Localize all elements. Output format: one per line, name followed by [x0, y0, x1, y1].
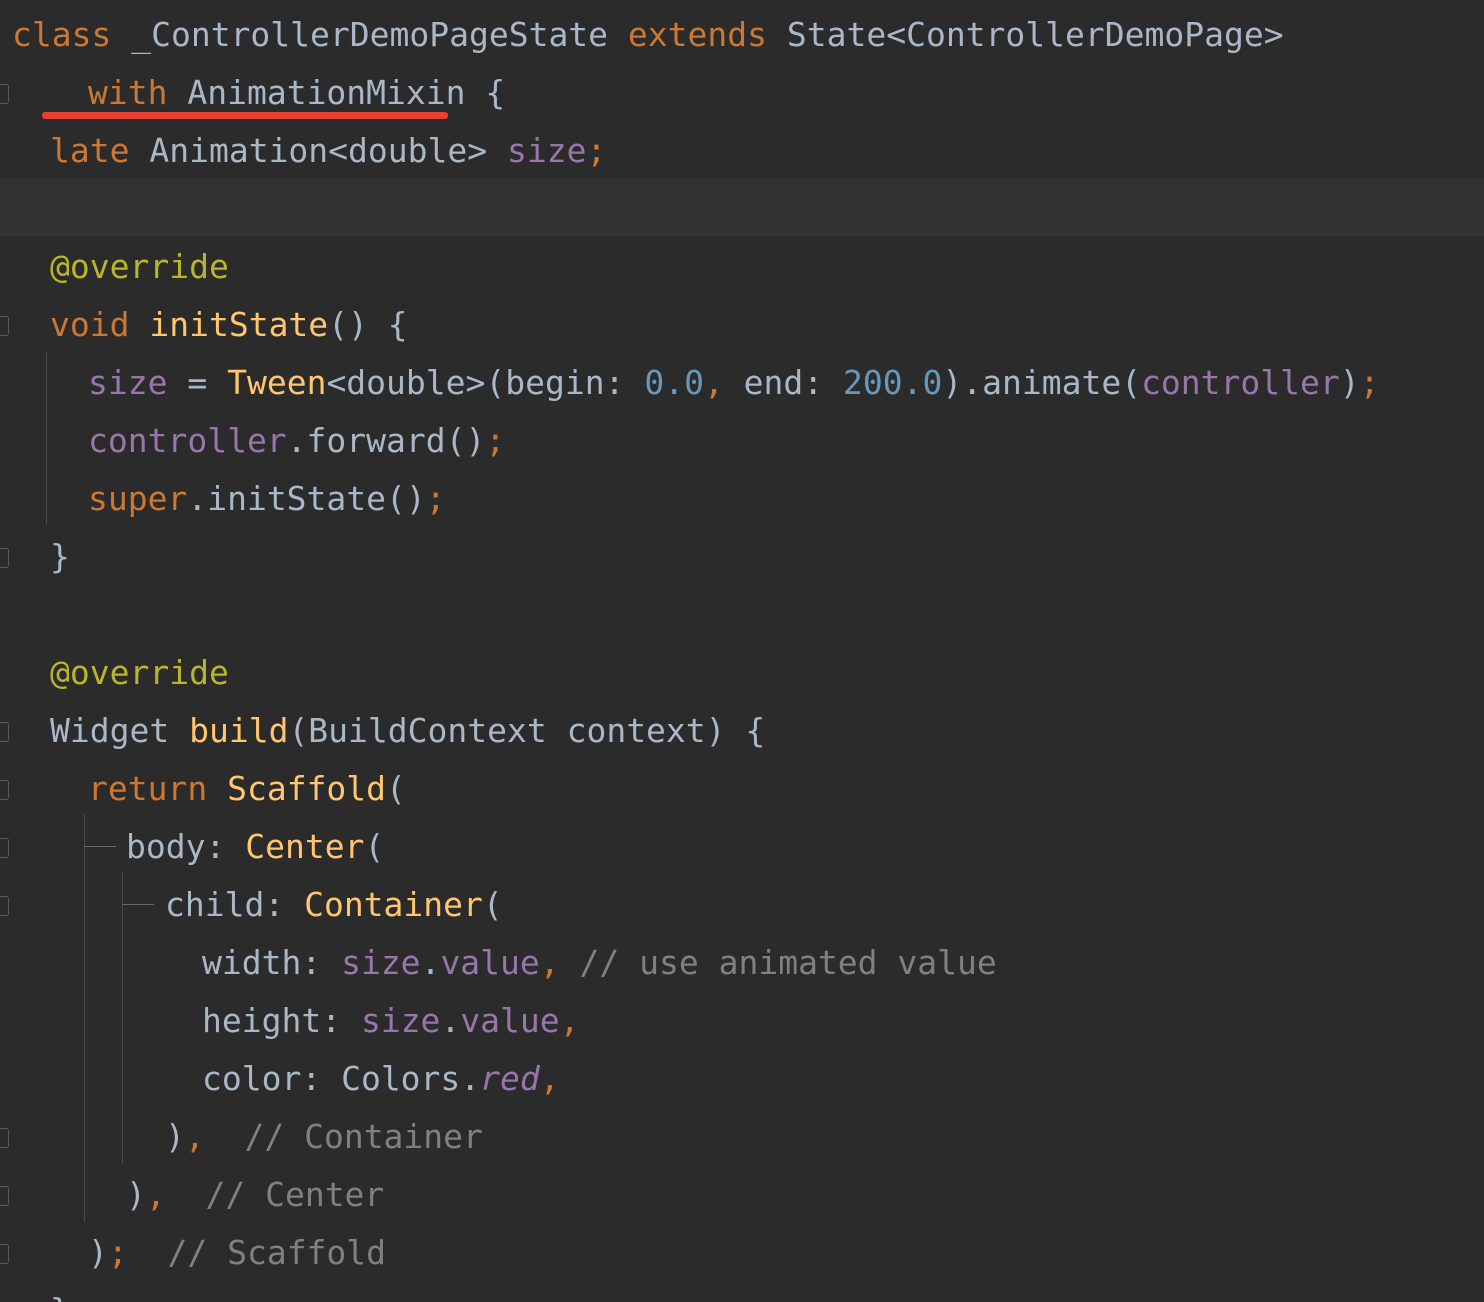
semicolon: ; [107, 1233, 128, 1272]
close-paren: ) [126, 1175, 146, 1214]
field-ref: value [440, 943, 540, 982]
code-editor[interactable]: class _ControllerDemoPageState extends S… [0, 0, 1484, 1302]
semicolon: ; [1359, 363, 1380, 402]
comment: // use animated value [559, 943, 997, 982]
red-underline-annotation [42, 112, 448, 119]
type-name: Widget [50, 711, 170, 750]
code-line-6[interactable]: void initState() { [0, 296, 1484, 354]
close-paren: ) [1339, 363, 1360, 402]
keyword-void: void [50, 305, 130, 344]
comment: // Center [165, 1175, 385, 1214]
close-paren: ) [88, 1233, 108, 1272]
comma: , [703, 363, 724, 402]
code-line-5[interactable]: @override [0, 238, 1484, 296]
static-field-ref: red [480, 1059, 540, 1098]
type-name: Animation<double> [149, 131, 488, 170]
field-ref: size [360, 1001, 441, 1040]
class-ref: Center [245, 827, 365, 866]
annotation: @override [50, 653, 229, 692]
code-line-10[interactable]: } [0, 528, 1484, 586]
named-arg: height: [202, 1001, 361, 1040]
number-literal: 200.0 [843, 363, 943, 402]
generic-args: <double>(begin: [326, 363, 645, 402]
assign-op: = [167, 363, 228, 402]
semicolon: ; [425, 479, 446, 518]
dot: . [460, 1059, 481, 1098]
method-name: initState [149, 305, 329, 344]
code-line-12[interactable]: @override [0, 644, 1484, 702]
comma: , [559, 1001, 580, 1040]
class-ref: Colors [341, 1059, 461, 1098]
code-line-9[interactable]: super.initState(); [0, 470, 1484, 528]
dot: . [420, 943, 441, 982]
supertype: State<ControllerDemoPage> [786, 15, 1284, 54]
keyword-late: late [50, 131, 130, 170]
annotation: @override [50, 247, 229, 286]
method-params: (BuildContext context) { [288, 711, 766, 750]
comma: , [539, 943, 560, 982]
keyword-class: class [12, 15, 112, 54]
comma: , [539, 1059, 560, 1098]
code-line-8[interactable]: controller.forward(); [0, 412, 1484, 470]
method-name: build [189, 711, 289, 750]
field-ref: size [341, 943, 421, 982]
close-brace: } [50, 1291, 70, 1302]
open-paren: ( [386, 769, 406, 808]
field-name: size [507, 131, 587, 170]
method-call: ).animate( [942, 363, 1142, 402]
named-arg: color: [202, 1059, 342, 1098]
named-arg: child: [165, 885, 305, 924]
named-arg: body: [126, 827, 246, 866]
comma: , [145, 1175, 166, 1214]
semicolon: ; [485, 421, 506, 460]
keyword-super: super [88, 479, 188, 518]
named-arg: end: [723, 363, 844, 402]
code-line-20[interactable]: ), // Container [0, 1108, 1484, 1166]
code-line-7[interactable]: size = Tween<double>(begin: 0.0, end: 20… [0, 354, 1484, 412]
code-line-17[interactable]: width: size.value, // use animated value [0, 934, 1484, 992]
method-call: .initState() [187, 479, 426, 518]
method-call: .forward() [286, 421, 486, 460]
number-literal: 0.0 [644, 363, 704, 402]
field-ref: value [460, 1001, 560, 1040]
class-ref: Container [304, 885, 483, 924]
code-line-15[interactable]: body: Center( [0, 818, 1484, 876]
keyword-return: return [88, 769, 208, 808]
field-ref: controller [88, 421, 287, 460]
code-line-1[interactable]: class _ControllerDemoPageState extends S… [0, 6, 1484, 64]
dot: . [440, 1001, 461, 1040]
current-line-highlight [0, 178, 1484, 236]
code-line-18[interactable]: height: size.value, [0, 992, 1484, 1050]
code-line-21[interactable]: ), // Center [0, 1166, 1484, 1224]
keyword-extends: extends [627, 15, 767, 54]
comment: // Container [204, 1117, 483, 1156]
named-arg: width: [202, 943, 342, 982]
class-ref: Tween [227, 363, 327, 402]
code-line-19[interactable]: color: Colors.red, [0, 1050, 1484, 1108]
semicolon: ; [586, 131, 607, 170]
class-name: _ControllerDemoPageState [131, 15, 609, 54]
code-line-14[interactable]: return Scaffold( [0, 760, 1484, 818]
code-line-16[interactable]: child: Container( [0, 876, 1484, 934]
code-line-13[interactable]: Widget build(BuildContext context) { [0, 702, 1484, 760]
open-paren: ( [482, 885, 503, 924]
open-brace: { [485, 73, 506, 112]
open-paren: ( [364, 827, 385, 866]
field-ref: size [88, 363, 168, 402]
code-line-23[interactable]: } [0, 1282, 1484, 1302]
close-paren: ) [165, 1117, 185, 1156]
code-line-22[interactable]: ); // Scaffold [0, 1224, 1484, 1282]
close-brace: } [50, 537, 70, 576]
field-ref: controller [1141, 363, 1340, 402]
comma: , [184, 1117, 205, 1156]
class-ref: Scaffold [227, 769, 387, 808]
mixin-name: AnimationMixin [187, 73, 466, 112]
method-params: () { [328, 305, 408, 344]
code-line-3[interactable]: late Animation<double> size; [0, 122, 1484, 180]
comment: // Scaffold [127, 1233, 387, 1272]
keyword-with: with [88, 73, 168, 112]
